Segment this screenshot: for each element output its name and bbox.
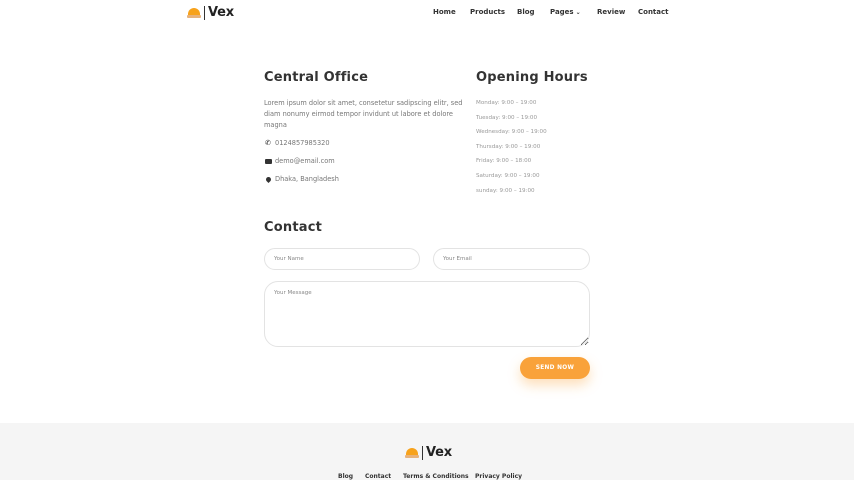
nav-contact[interactable]: Contact bbox=[638, 8, 669, 16]
footer-link-contact[interactable]: Contact bbox=[365, 473, 391, 480]
main-nav: Home Products Blog Pages ⌄ Review Contact bbox=[0, 8, 854, 20]
sunrise-logo-icon bbox=[405, 447, 419, 458]
hours-item: Friday: 9:00 – 18:00 bbox=[476, 158, 532, 165]
central-office-title: Central Office bbox=[264, 70, 369, 85]
footer-logo[interactable]: Vex bbox=[405, 445, 452, 460]
footer-link-terms[interactable]: Terms & Conditions bbox=[403, 473, 469, 480]
email-text: demo@email.com bbox=[275, 157, 335, 165]
nav-blog[interactable]: Blog bbox=[517, 8, 535, 16]
nav-home[interactable]: Home bbox=[433, 8, 456, 16]
hours-item: sunday: 9:00 – 19:00 bbox=[476, 187, 535, 194]
footer-link-privacy[interactable]: Privacy Policy bbox=[475, 473, 522, 480]
opening-hours-list: Monday: 9:00 – 19:00 Tuesday: 9:00 – 19:… bbox=[476, 98, 547, 200]
phone-text: 0124857985320 bbox=[275, 139, 330, 147]
hours-item: Saturday: 9:00 – 19:00 bbox=[476, 172, 540, 179]
hours-item: Tuesday: 9:00 – 19:00 bbox=[476, 114, 538, 121]
site-header: Vex Home Products Blog Pages ⌄ Review Con… bbox=[0, 0, 854, 26]
message-textarea[interactable] bbox=[264, 281, 590, 347]
nav-pages[interactable]: Pages ⌄ bbox=[550, 8, 581, 16]
footer-logo-text: Vex bbox=[426, 445, 452, 460]
site-footer: Vex Blog Contact Terms & Conditions Priv… bbox=[0, 423, 854, 480]
contact-title: Contact bbox=[264, 220, 323, 235]
nav-review[interactable]: Review bbox=[597, 8, 625, 16]
office-description: Lorem ipsum dolor sit amet, consetetur s… bbox=[264, 99, 463, 129]
footer-link-blog[interactable]: Blog bbox=[338, 473, 353, 480]
office-phone: ✆ 0124857985320 bbox=[264, 139, 330, 147]
map-pin-icon bbox=[264, 175, 272, 183]
send-now-button[interactable]: SEND NOW bbox=[520, 357, 590, 379]
chevron-down-icon: ⌄ bbox=[575, 9, 581, 16]
address-text: Dhaka, Bangladesh bbox=[275, 175, 339, 183]
phone-icon: ✆ bbox=[265, 139, 271, 147]
hours-item: Monday: 9:00 – 19:00 bbox=[476, 100, 537, 106]
name-input[interactable] bbox=[264, 248, 420, 270]
hours-item: Thursday: 9:00 – 19:00 bbox=[476, 143, 541, 150]
nav-products[interactable]: Products bbox=[470, 8, 505, 16]
email-input[interactable] bbox=[433, 248, 590, 270]
mail-icon bbox=[264, 158, 272, 164]
opening-hours-title: Opening Hours bbox=[476, 70, 588, 85]
hours-item: Wednesday: 9:00 – 19:00 bbox=[476, 129, 547, 136]
logo-divider bbox=[422, 445, 423, 460]
office-email: demo@email.com bbox=[264, 157, 335, 165]
office-address: Dhaka, Bangladesh bbox=[264, 175, 339, 183]
nav-pages-label: Pages bbox=[550, 8, 574, 16]
